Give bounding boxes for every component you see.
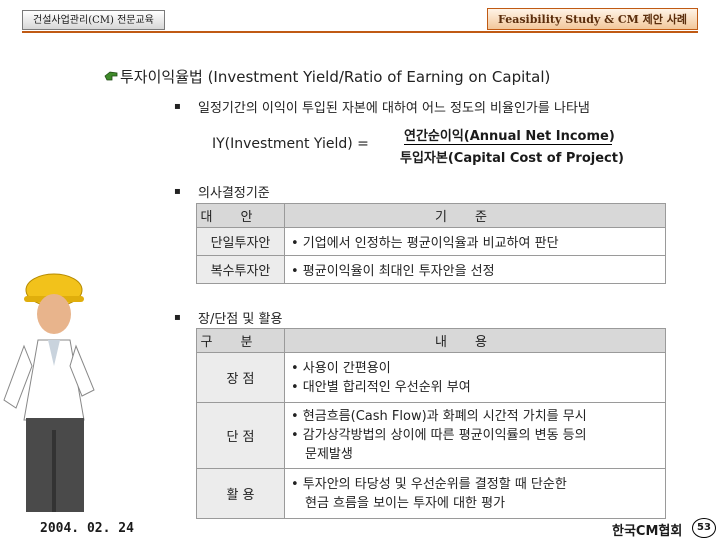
bullet-square-icon: ▪ xyxy=(174,101,181,112)
definition-text: 일정기간의 이익이 투입된 자본에 대하여 어느 정도의 비율인가를 나타냄 xyxy=(198,101,590,116)
table-header-row: 구분 내용 xyxy=(196,328,666,353)
row-text: • 평균이익율이 최대인 투자안을 선정 xyxy=(284,255,666,284)
row-line: • 현금흐름(Cash Flow)과 화폐의 시간적 가치를 무시 xyxy=(291,409,587,424)
bullet-square-icon: ▪ xyxy=(174,186,181,197)
pros-cons-table: 구분 내용 장 점 • 사용이 간편용이 • 대안별 합리적인 우선순위 부여 … xyxy=(196,328,666,519)
row-text: • 사용이 간편용이 • 대안별 합리적인 우선순위 부여 xyxy=(284,352,666,403)
row-text: • 현금흐름(Cash Flow)과 화폐의 시간적 가치를 무시 • 감가상각… xyxy=(284,402,666,469)
row-label: 단일투자안 xyxy=(196,227,285,256)
header-bar: 건설사업관리(CM) 전문교육 Feasibility Study & CM 제… xyxy=(22,6,698,33)
row-line: • 감가상각방법의 상이에 따른 평균이익률의 변동 등의 xyxy=(291,428,587,443)
section-tag: Feasibility Study & CM 제안 사례 xyxy=(486,8,698,30)
fraction-bar xyxy=(404,144,612,145)
decision-criteria-heading: 의사결정기준 xyxy=(198,186,270,201)
row-line: 현금 흐름을 보이는 투자에 대한 평가 xyxy=(305,495,506,511)
footer-organization: 한국CM협회 xyxy=(612,524,683,539)
row-line: • 대안별 합리적인 우선순위 부여 xyxy=(291,379,471,395)
formula-numerator: 연간순이익(Annual Net Income) xyxy=(404,129,615,144)
header-divider xyxy=(22,31,698,33)
row-label: 단 점 xyxy=(196,402,285,469)
course-tag: 건설사업관리(CM) 전문교육 xyxy=(22,10,165,30)
decision-table: 대안 기준 단일투자안 • 기업에서 인정하는 평균이익율과 비교하여 판단 복… xyxy=(196,203,666,284)
page-number: 53 xyxy=(692,518,716,538)
engineer-illustration xyxy=(3,273,95,512)
bullet-square-icon: ▪ xyxy=(174,312,181,323)
table-row: 단일투자안 • 기업에서 인정하는 평균이익율과 비교하여 판단 xyxy=(196,227,666,256)
formula-denominator: 투입자본(Capital Cost of Project) xyxy=(400,151,624,166)
pointing-hand-icon xyxy=(104,71,118,81)
row-label: 활 용 xyxy=(196,468,285,519)
column-header-category: 구분 xyxy=(196,328,285,353)
table-row: 복수투자안 • 평균이익율이 최대인 투자안을 선정 xyxy=(196,255,666,284)
pros-cons-heading: 장/단점 및 활용 xyxy=(198,312,283,327)
footer-date: 2004. 02. 24 xyxy=(40,521,134,536)
column-header-alternative: 대안 xyxy=(196,203,285,228)
row-line: • 투자안의 타당성 및 우선순위를 결정할 때 단순한 xyxy=(291,476,567,492)
table-header-row: 대안 기준 xyxy=(196,203,666,228)
row-line: • 사용이 간편용이 xyxy=(291,360,391,376)
row-text: • 투자안의 타당성 및 우선순위를 결정할 때 단순한 현금 흐름을 보이는 … xyxy=(284,468,666,519)
column-header-content: 내용 xyxy=(284,328,666,353)
table-row: 활 용 • 투자안의 타당성 및 우선순위를 결정할 때 단순한 현금 흐름을 … xyxy=(196,468,666,519)
column-header-criteria: 기준 xyxy=(284,203,666,228)
row-text: • 기업에서 인정하는 평균이익율과 비교하여 판단 xyxy=(284,227,666,256)
row-label: 복수투자안 xyxy=(196,255,285,284)
formula-lhs: IY(Investment Yield) = xyxy=(212,136,369,152)
table-row: 장 점 • 사용이 간편용이 • 대안별 합리적인 우선순위 부여 xyxy=(196,352,666,403)
row-label: 장 점 xyxy=(196,352,285,403)
row-line: 문제발생 xyxy=(305,447,353,462)
slide-heading: 투자이익율법 (Investment Yield/Ratio of Earnin… xyxy=(120,68,551,86)
table-row: 단 점 • 현금흐름(Cash Flow)과 화폐의 시간적 가치를 무시 • … xyxy=(196,402,666,469)
